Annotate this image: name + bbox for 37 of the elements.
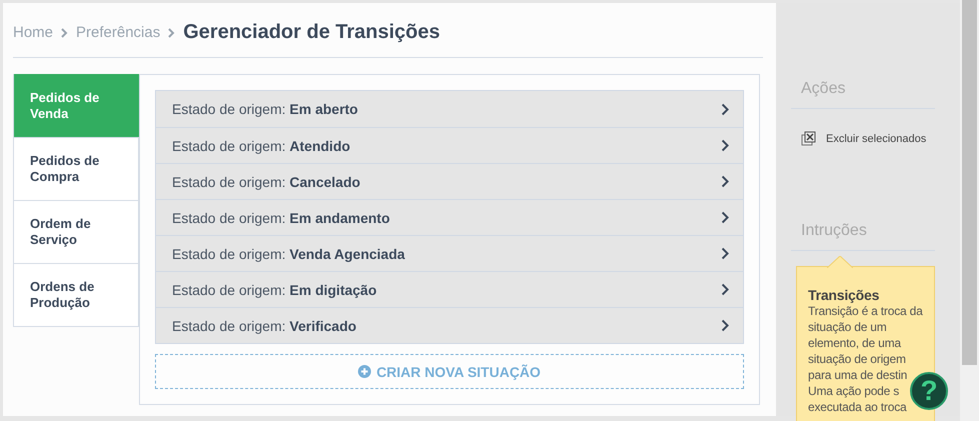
tooltip-title: Transições	[808, 287, 880, 303]
chevron-icon	[61, 28, 68, 38]
help-button[interactable]: ?	[910, 372, 948, 410]
state-label: Estado de origem: Em digitação	[172, 282, 377, 298]
tab[interactable]: Ordens de Produção	[14, 263, 139, 326]
state-row[interactable]: Estado de origem: Venda Agenciada	[156, 235, 743, 271]
state-label: Estado de origem: Cancelado	[172, 174, 360, 190]
chevron-icon	[721, 102, 729, 116]
state-row[interactable]: Estado de origem: Atendido	[156, 127, 743, 163]
state-row[interactable]: Estado de origem: Cancelado	[156, 163, 743, 199]
chevron-icon	[721, 319, 729, 332]
tab[interactable]: Ordem de Serviço	[14, 200, 139, 263]
plus-circle-icon	[358, 365, 372, 378]
state-label: Estado de origem: Atendido	[172, 138, 350, 154]
state-row[interactable]: Estado de origem: Em aberto	[156, 91, 743, 127]
tab[interactable]: Pedidos de Compra	[14, 137, 139, 200]
state-row[interactable]: Estado de origem: Verificado	[156, 307, 743, 343]
delete-icon	[801, 131, 816, 146]
chevron-icon	[721, 175, 729, 188]
chevron-icon	[721, 211, 729, 224]
state-row[interactable]: Estado de origem: Em andamento	[156, 199, 743, 235]
state-label: Estado de origem: Verificado	[172, 318, 356, 334]
section-title: Ações	[791, 66, 935, 109]
tooltip-text: para uma de destin Uma ação pode s executada ao troca	[808, 367, 908, 415]
state-label: Estado de origem: Venda Agenciada	[172, 246, 405, 262]
delete-label: Excluir selecionados	[826, 132, 926, 144]
scrollbar[interactable]	[960, 0, 979, 421]
delete-link[interactable]: Excluir selecionados	[801, 131, 935, 146]
chevron-icon	[168, 28, 176, 38]
chevron-icon	[721, 247, 729, 260]
state-row[interactable]: Estado de origem: Em digitação	[156, 271, 743, 307]
chevron-icon	[721, 283, 729, 296]
page-title: Gerenciador de Transições	[183, 21, 440, 44]
state-label: Estado de origem: Em andamento	[172, 210, 390, 226]
chevron-icon	[721, 139, 729, 152]
section-title: Intruções	[791, 208, 935, 251]
state-label: Estado de origem: Em aberto	[172, 101, 358, 117]
